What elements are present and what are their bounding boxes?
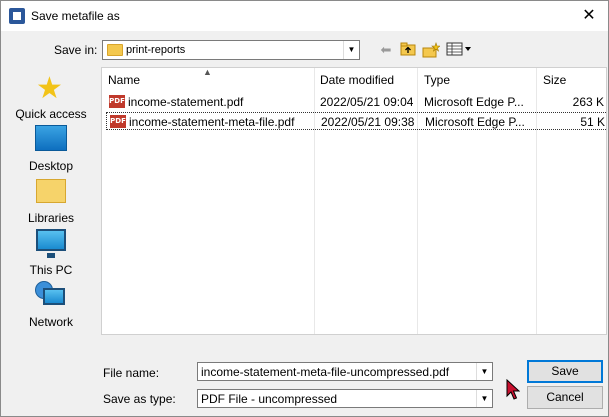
file-name-input[interactable]: income-statement-meta-file-uncompressed.… — [197, 362, 493, 381]
file-date: 2022/05/21 09:04 — [320, 95, 414, 109]
star-icon: ★ — [36, 72, 63, 105]
pdf-file-icon: PDF — [109, 95, 125, 108]
column-header-size[interactable]: Size — [543, 73, 566, 87]
file-type: Microsoft Edge P... — [425, 115, 525, 129]
column-header-date[interactable]: Date modified — [320, 73, 394, 87]
new-folder-icon[interactable] — [422, 42, 441, 58]
back-arrow-icon[interactable]: ⬅ — [377, 42, 395, 58]
place-label: Quick access — [15, 107, 87, 121]
place-label: Network — [28, 315, 73, 329]
save-in-label: Save in: — [54, 43, 98, 57]
view-menu-icon[interactable] — [445, 42, 473, 58]
file-size: 51 K — [580, 115, 605, 129]
column-header-name[interactable]: Name — [108, 73, 140, 87]
save-button[interactable]: Save — [527, 360, 603, 383]
pdf-file-icon: PDF — [110, 115, 126, 128]
close-icon: ✕ — [582, 7, 596, 24]
save-in-value: print-reports — [126, 44, 186, 56]
file-row[interactable]: PDF income-statement.pdf 2022/05/21 09:0… — [106, 93, 606, 111]
file-size: 263 K — [572, 95, 604, 109]
cancel-button[interactable]: Cancel — [527, 386, 603, 409]
app-icon — [9, 8, 25, 24]
save-as-type-value: PDF File - uncompressed — [201, 392, 338, 406]
file-list[interactable]: ▲ Name Date modified Type Size PDF incom… — [101, 67, 607, 335]
save-as-type-select[interactable]: PDF File - uncompressed ▼ — [197, 389, 493, 408]
place-network[interactable]: Network — [7, 279, 95, 329]
file-date: 2022/05/21 09:38 — [321, 115, 415, 129]
file-name: income-statement.pdf — [128, 95, 244, 109]
place-label: This PC — [29, 263, 73, 277]
chevron-down-icon[interactable]: ▼ — [343, 41, 359, 59]
desktop-icon — [35, 125, 67, 151]
title-bar: Save metafile as ✕ — [1, 1, 608, 31]
computer-icon — [36, 229, 66, 258]
file-name-label: File name: — [103, 366, 160, 380]
place-libraries[interactable]: Libraries — [7, 175, 95, 225]
save-in-combo[interactable]: print-reports ▼ — [102, 40, 360, 60]
place-label: Desktop — [28, 159, 74, 173]
place-desktop[interactable]: Desktop — [7, 123, 95, 173]
column-header-type[interactable]: Type — [424, 73, 450, 87]
up-folder-icon[interactable] — [399, 42, 417, 58]
file-name: income-statement-meta-file.pdf — [129, 115, 295, 129]
chevron-down-icon[interactable]: ▼ — [476, 363, 492, 380]
file-type: Microsoft Edge P... — [424, 95, 524, 109]
sort-ascending-icon: ▲ — [203, 67, 212, 77]
place-quick-access[interactable]: ★ Quick access — [7, 71, 95, 122]
file-row[interactable]: PDF income-statement-meta-file.pdf 2022/… — [106, 112, 606, 130]
save-dialog: Save metafile as ✕ Save in: print-report… — [0, 0, 609, 417]
places-bar: ★ Quick access Desktop Libraries This PC… — [7, 67, 95, 337]
save-as-type-label: Save as type: — [103, 392, 176, 406]
close-button[interactable]: ✕ — [575, 3, 603, 29]
window-title: Save metafile as — [31, 9, 120, 23]
folder-icon — [107, 44, 123, 56]
network-icon — [35, 281, 67, 309]
place-this-pc[interactable]: This PC — [7, 227, 95, 277]
file-name-value: income-statement-meta-file-uncompressed.… — [201, 365, 450, 379]
libraries-icon — [36, 179, 66, 203]
chevron-down-icon[interactable]: ▼ — [476, 390, 492, 407]
place-label: Libraries — [27, 211, 75, 225]
